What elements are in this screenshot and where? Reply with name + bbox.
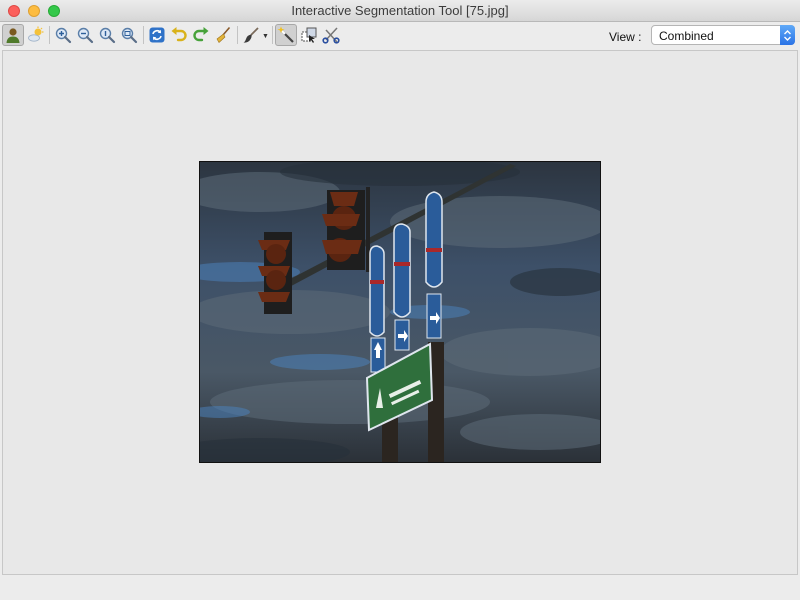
status-bar — [0, 576, 800, 600]
refresh-icon — [149, 27, 165, 43]
view-label: View : — [609, 30, 642, 44]
redo-button[interactable] — [190, 24, 212, 46]
segmentation-image[interactable] — [199, 161, 601, 463]
brush-icon — [243, 27, 259, 43]
select-stepper-icon — [780, 25, 795, 45]
redo-icon — [193, 27, 209, 42]
clear-button[interactable] — [212, 24, 234, 46]
magic-wand-button[interactable] — [275, 24, 297, 46]
toolbar-separator — [49, 26, 50, 44]
background-tool-button[interactable] — [25, 24, 47, 46]
toolbar-separator — [237, 26, 238, 44]
zoom-out-icon — [77, 27, 94, 44]
brush-tool-button[interactable] — [240, 24, 262, 46]
scissors-icon — [322, 27, 340, 44]
zoom-actual-icon — [99, 27, 116, 44]
zoom-fit-icon — [121, 27, 138, 44]
view-select-value: Combined — [659, 29, 714, 43]
view-select[interactable]: Combined — [651, 25, 795, 45]
foreground-tool-button[interactable] — [2, 24, 24, 46]
select-region-button[interactable] — [298, 24, 320, 46]
zoom-in-button[interactable] — [52, 24, 74, 46]
brush-dropdown-arrow-icon[interactable]: ▼ — [262, 33, 269, 40]
undo-icon — [171, 27, 187, 42]
broom-icon — [216, 26, 231, 43]
select-region-icon — [301, 27, 317, 43]
toolbar-separator — [272, 26, 273, 44]
cut-button[interactable] — [320, 24, 342, 46]
toolbar: ▼ View : Combined — [0, 22, 800, 49]
traffic-signal-right-icon — [322, 187, 370, 272]
zoom-fit-button[interactable] — [118, 24, 140, 46]
zoom-actual-button[interactable] — [96, 24, 118, 46]
toolbar-separator — [143, 26, 144, 44]
refresh-button[interactable] — [146, 24, 168, 46]
magic-wand-icon — [277, 26, 294, 43]
road-signs-photo — [200, 162, 600, 462]
sun-cloud-icon — [28, 26, 44, 42]
zoom-in-icon — [55, 27, 72, 44]
person-icon — [6, 28, 20, 43]
window-title: Interactive Segmentation Tool [75.jpg] — [291, 3, 509, 18]
traffic-signal-left-icon — [258, 232, 292, 314]
undo-button[interactable] — [168, 24, 190, 46]
zoom-out-button[interactable] — [74, 24, 96, 46]
title-bar: Interactive Segmentation Tool [75.jpg] — [0, 0, 800, 22]
